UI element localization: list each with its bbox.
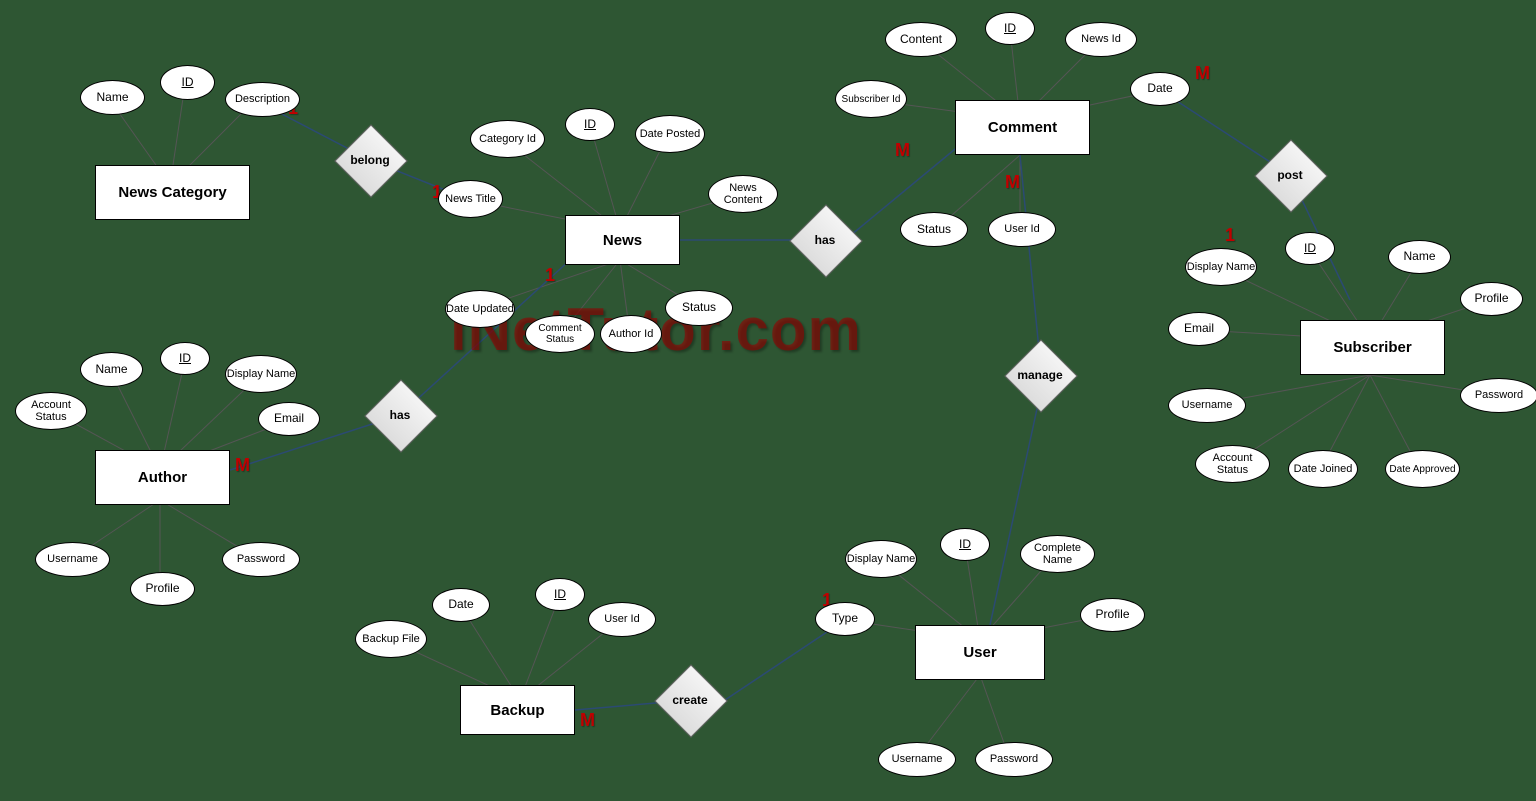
attr-com-id: ID	[985, 12, 1035, 45]
attr-sub-datejoined: Date Joined	[1288, 450, 1358, 488]
attr-news-content: News Content	[708, 175, 778, 213]
attr-bk-userid: User Id	[588, 602, 656, 637]
attr-sub-password: Password	[1460, 378, 1536, 413]
er-diagram-canvas: { "watermark":"iNetTutor.com", "entities…	[0, 0, 1536, 801]
card-has-comment: M	[895, 140, 910, 161]
attr-sub-display: Display Name	[1185, 248, 1257, 286]
attr-bk-file: Backup File	[355, 620, 427, 658]
attr-nc-desc: Description	[225, 82, 300, 117]
entity-comment: Comment	[955, 100, 1090, 155]
rel-post: post	[1255, 140, 1325, 210]
attr-auth-password: Password	[222, 542, 300, 577]
attr-com-userid: User Id	[988, 212, 1056, 247]
attr-com-status: Status	[900, 212, 968, 247]
rel-belong: belong	[335, 125, 405, 195]
attr-user-type: Type	[815, 602, 875, 636]
card-post-sub: 1	[1225, 225, 1235, 246]
attr-nc-name: Name	[80, 80, 145, 115]
attr-sub-account: Account Status	[1195, 445, 1270, 483]
attr-news-dateposted: Date Posted	[635, 115, 705, 153]
attr-news-id: ID	[565, 108, 615, 141]
attr-news-commentstatus: Comment Status	[525, 315, 595, 353]
attr-auth-account: Account Status	[15, 392, 87, 430]
entity-user: User	[915, 625, 1045, 680]
attr-news-catid: Category Id	[470, 120, 545, 158]
entity-subscriber: Subscriber	[1300, 320, 1445, 375]
attr-sub-email: Email	[1168, 312, 1230, 346]
rel-create: create	[655, 665, 725, 735]
attr-news-authorid: Author Id	[600, 315, 662, 353]
attr-user-display: Display Name	[845, 540, 917, 578]
attr-user-password: Password	[975, 742, 1053, 777]
attr-auth-email: Email	[258, 402, 320, 436]
attr-auth-profile: Profile	[130, 572, 195, 606]
attr-sub-username: Username	[1168, 388, 1246, 423]
card-create-backup: M	[580, 710, 595, 731]
attr-news-title: News Title	[438, 180, 503, 218]
attr-user-id: ID	[940, 528, 990, 561]
card-has-news: 1	[545, 265, 555, 286]
attr-sub-profile: Profile	[1460, 282, 1523, 316]
attr-auth-display: Display Name	[225, 355, 297, 393]
attr-user-complete: Complete Name	[1020, 535, 1095, 573]
attr-bk-id: ID	[535, 578, 585, 611]
card-manage-comment: M	[1005, 172, 1020, 193]
card-has-author: M	[235, 455, 250, 476]
attr-user-username: Username	[878, 742, 956, 777]
attr-auth-name: Name	[80, 352, 143, 387]
attr-auth-id: ID	[160, 342, 210, 375]
entity-news: News	[565, 215, 680, 265]
rel-has-author-news: has	[365, 380, 435, 450]
rel-has-news-comment: has	[790, 205, 860, 275]
rel-manage: manage	[1005, 340, 1075, 410]
attr-news-status: Status	[665, 290, 733, 326]
attr-nc-id: ID	[160, 65, 215, 100]
attr-com-content: Content	[885, 22, 957, 57]
attr-com-newsid: News Id	[1065, 22, 1137, 57]
entity-backup: Backup	[460, 685, 575, 735]
attr-news-dateupdated: Date Updated	[445, 290, 515, 328]
attr-sub-name: Name	[1388, 240, 1451, 274]
attr-auth-username: Username	[35, 542, 110, 577]
entity-author: Author	[95, 450, 230, 505]
attr-sub-dateapproved: Date Approved	[1385, 450, 1460, 488]
attr-sub-id: ID	[1285, 232, 1335, 265]
card-post-comment: M	[1195, 63, 1210, 84]
attr-com-date: Date	[1130, 72, 1190, 106]
attr-com-subid: Subscriber Id	[835, 80, 907, 118]
attr-bk-date: Date	[432, 588, 490, 622]
connector-lines	[0, 0, 1536, 801]
attr-user-profile: Profile	[1080, 598, 1145, 632]
entity-news-category: News Category	[95, 165, 250, 220]
